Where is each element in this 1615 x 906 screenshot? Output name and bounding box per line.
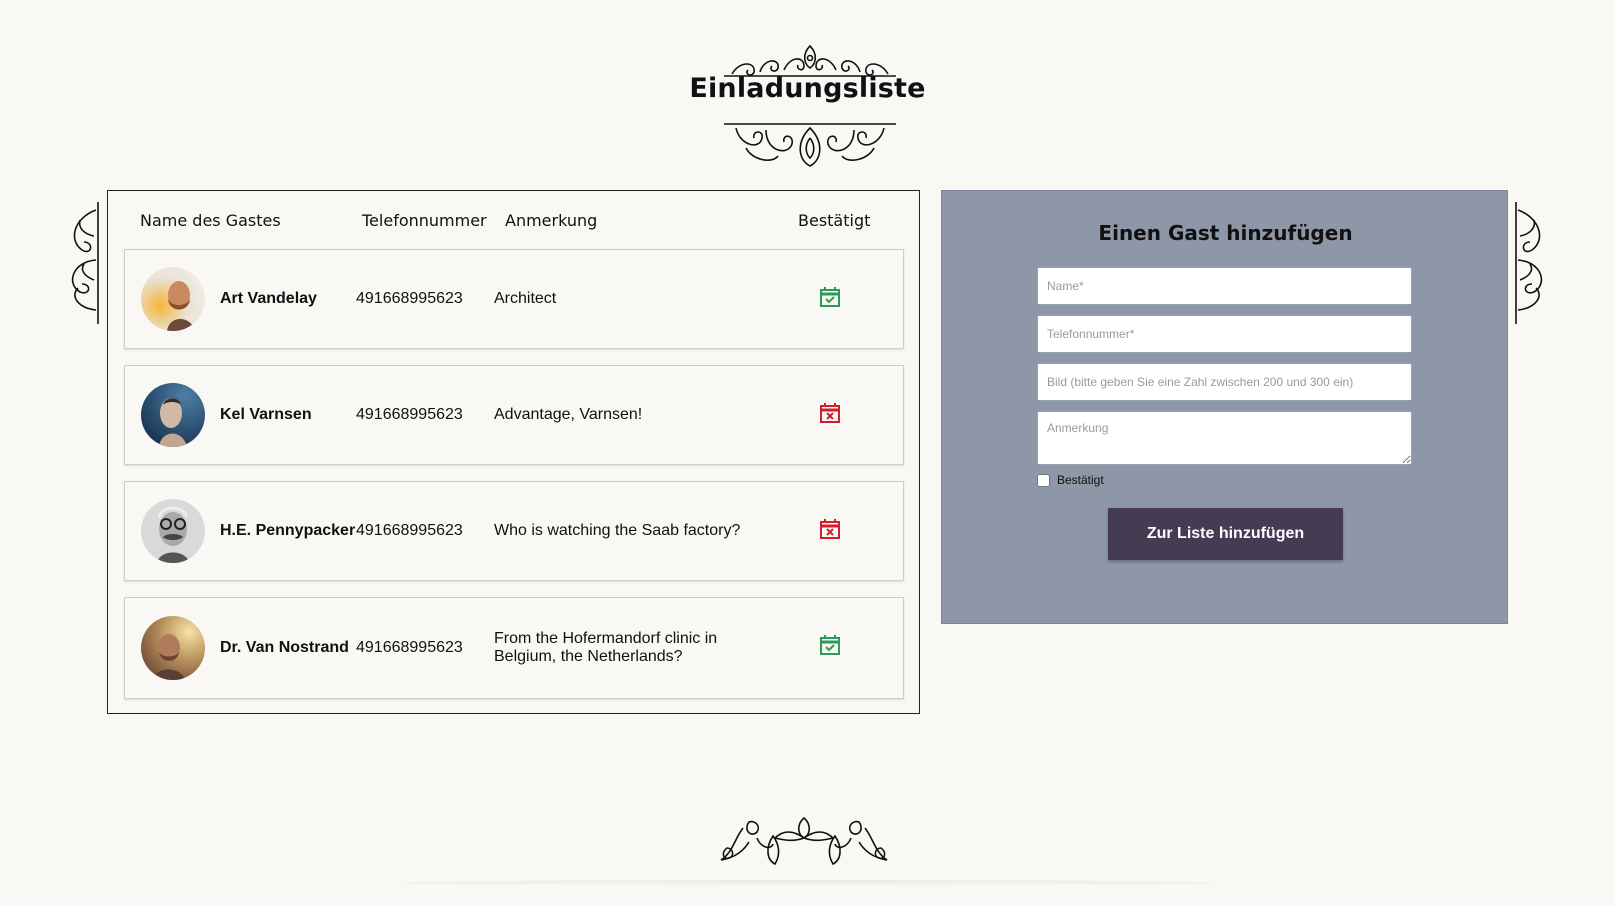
column-header-note: Anmerkung bbox=[505, 211, 598, 230]
guest-phone: 491668995623 bbox=[356, 639, 463, 656]
page-title: Einladungsliste bbox=[689, 73, 926, 104]
name-field[interactable] bbox=[1037, 267, 1412, 305]
left-side-ornament bbox=[71, 202, 99, 324]
avatar bbox=[141, 383, 205, 447]
phone-field[interactable] bbox=[1037, 315, 1412, 353]
confirmed-checkbox-row[interactable]: Bestätigt bbox=[1037, 473, 1104, 487]
guest-table: Name des Gastes Telefonnummer Anmerkung … bbox=[107, 190, 920, 714]
guest-note: Advantage, Varnsen! bbox=[494, 406, 643, 423]
avatar bbox=[141, 616, 205, 680]
guest-phone: 491668995623 bbox=[356, 290, 463, 307]
guest-phone: 491668995623 bbox=[356, 522, 463, 539]
guest-row[interactable]: Dr. Van Nostrand 491668995623 From the H… bbox=[124, 597, 904, 699]
note-field[interactable] bbox=[1037, 411, 1412, 465]
guest-name: Art Vandelay bbox=[220, 290, 317, 307]
bottom-flourish-ornament bbox=[724, 123, 896, 167]
column-header-phone: Telefonnummer bbox=[362, 211, 487, 230]
guest-note: Who is watching the Saab factory? bbox=[494, 522, 741, 539]
guest-row[interactable]: Art Vandelay 491668995623 Architect bbox=[124, 249, 904, 349]
guest-phone: 491668995623 bbox=[356, 406, 463, 423]
add-guest-form: Einen Gast hinzufügen Bestätigt Zur List… bbox=[941, 190, 1508, 624]
guest-name: Kel Varnsen bbox=[220, 406, 312, 423]
calendar-check-icon[interactable] bbox=[819, 634, 841, 656]
confirmed-checkbox[interactable] bbox=[1037, 473, 1050, 487]
calendar-check-icon[interactable] bbox=[819, 286, 841, 308]
footer-divider bbox=[400, 880, 1215, 886]
avatar bbox=[141, 267, 205, 331]
form-title: Einen Gast hinzufügen bbox=[1098, 221, 1353, 245]
calendar-x-icon[interactable] bbox=[819, 518, 841, 540]
column-header-name: Name des Gastes bbox=[140, 211, 281, 230]
add-to-list-button[interactable]: Zur Liste hinzufügen bbox=[1108, 508, 1343, 560]
column-header-confirmed: Bestätigt bbox=[798, 211, 871, 230]
footer-floral-ornament bbox=[720, 816, 888, 866]
guest-row[interactable]: H.E. Pennypacker 491668995623 Who is wat… bbox=[124, 481, 904, 581]
guest-name: Dr. Van Nostrand bbox=[220, 639, 349, 656]
right-side-ornament bbox=[1515, 202, 1543, 324]
calendar-x-icon[interactable] bbox=[819, 402, 841, 424]
image-field[interactable] bbox=[1037, 363, 1412, 401]
guest-name: H.E. Pennypacker bbox=[220, 522, 356, 539]
guest-note: Architect bbox=[494, 290, 557, 307]
guest-note: From the Hofermandorf clinic in Belgium,… bbox=[494, 630, 718, 665]
confirmed-label: Bestätigt bbox=[1057, 473, 1104, 487]
avatar bbox=[141, 499, 205, 563]
guest-row[interactable]: Kel Varnsen 491668995623 Advantage, Varn… bbox=[124, 365, 904, 465]
